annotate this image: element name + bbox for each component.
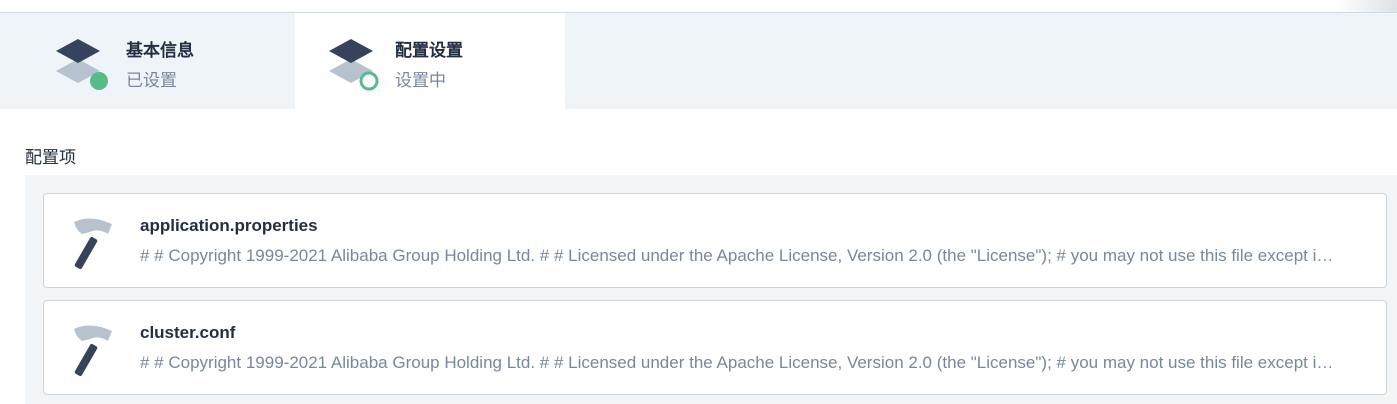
config-item[interactable]: cluster.conf # # Copyright 1999-2021 Ali… [43,300,1387,395]
config-item-description: # # Copyright 1999-2021 Alibaba Group Ho… [140,353,1340,372]
corner-shadow [1337,0,1397,12]
config-item[interactable]: application.properties # # Copyright 199… [43,193,1387,288]
hammer-icon [74,218,112,269]
layers-icon [329,39,379,91]
section-title: 配置项 [25,148,76,168]
layers-icon [56,39,108,90]
step-status: 设置中 [395,71,446,91]
step-config-settings[interactable]: 配置设置 设置中 [295,13,565,109]
config-list: application.properties # # Copyright 199… [25,175,1397,404]
config-item-description: # # Copyright 1999-2021 Alibaba Group Ho… [140,246,1340,265]
step-status: 已设置 [126,71,177,91]
step-basic-info[interactable]: 基本信息 已设置 [0,13,295,109]
step-indicator: 基本信息 已设置 配置设置 设置中 [0,13,1397,109]
config-item-name: cluster.conf [140,323,236,342]
top-bar [0,0,1397,13]
hammer-icon [74,325,112,376]
step-title: 基本信息 [126,41,194,61]
config-item-name: application.properties [140,216,318,235]
step-title: 配置设置 [395,41,463,61]
